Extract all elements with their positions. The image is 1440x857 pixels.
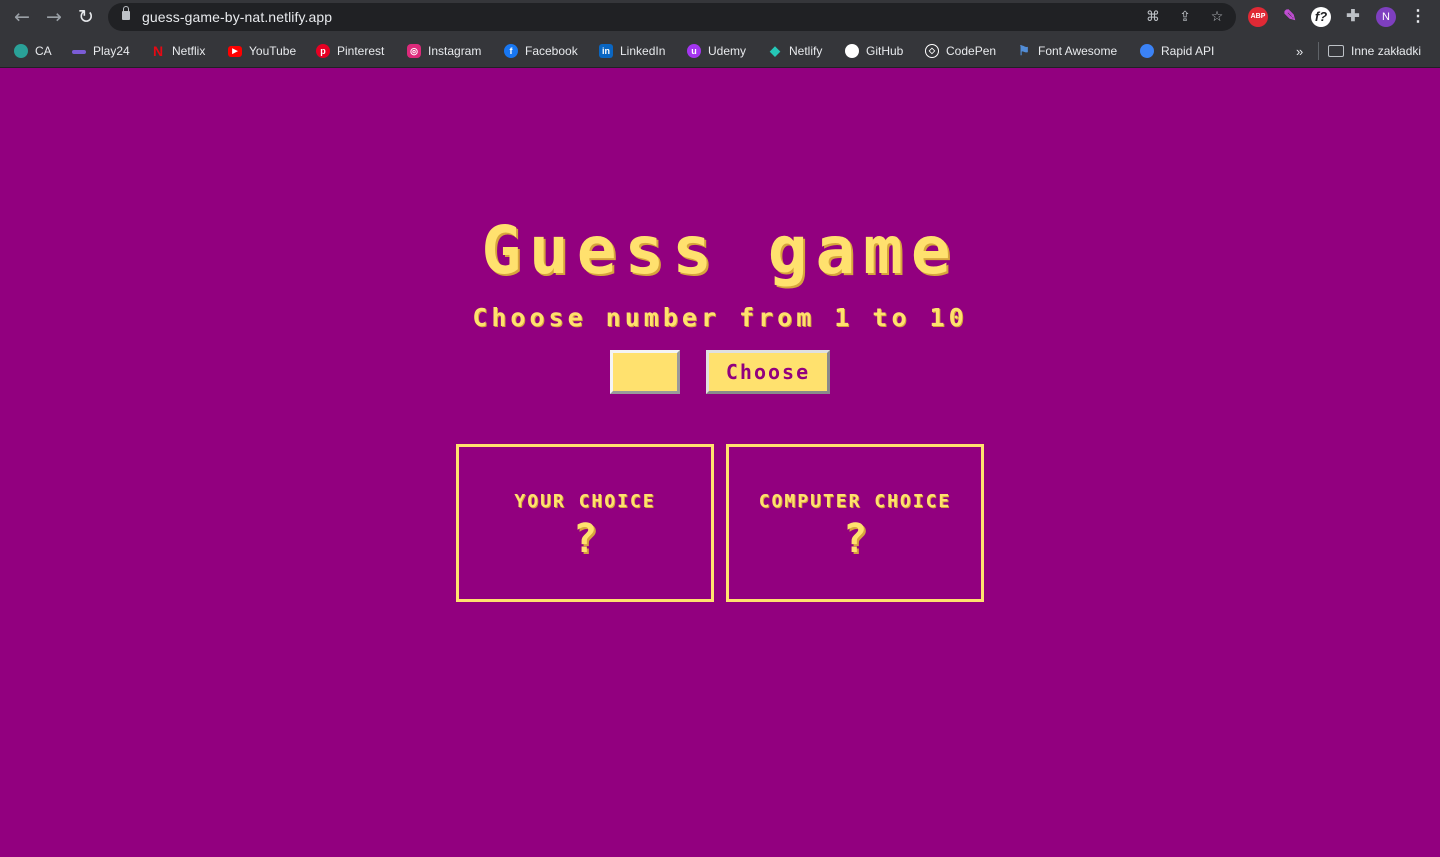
bookmarks-bar: CA Play24 N Netflix ▶ YouTube p Pinteres… [0,38,1440,64]
bookmark-rapid-api[interactable]: Rapid API [1140,42,1214,60]
bookmark-codepen[interactable]: ◇ CodePen [925,42,996,60]
your-choice-value: ? [572,516,598,562]
bookmark-ca[interactable]: CA [14,42,52,60]
extensions-puzzle-icon[interactable]: ✚ [1343,7,1363,27]
bookmark-label: Play24 [93,44,130,58]
browser-chrome: ← → ↻ guess-game-by-nat.netlify.app ⌘ ⇪ … [0,0,1440,68]
bookmark-star-icon[interactable]: ☆ [1208,8,1226,26]
bookmark-netflix[interactable]: N Netflix [151,42,205,60]
computer-choice-value: ? [842,516,868,562]
bookmark-label: Facebook [525,44,578,58]
other-bookmarks-folder[interactable]: Inne zakładki [1328,42,1421,60]
pen-extension-icon[interactable]: ✎ [1280,7,1300,27]
rapid-api-icon [1140,44,1154,58]
bookmark-label: Font Awesome [1038,44,1118,58]
share-icon[interactable]: ⇪ [1176,8,1194,26]
bookmark-linkedin[interactable]: in LinkedIn [599,42,665,60]
translate-icon[interactable]: ⌘ [1144,8,1162,26]
computer-choice-label: COMPUTER CHOICE [758,491,952,512]
your-choice-card: YOUR CHOICE ? [456,444,714,602]
reload-icon[interactable]: ↻ [74,5,98,29]
font-awesome-icon: ⚑ [1018,43,1030,58]
github-icon [845,44,859,58]
game-page: Guess game Choose number from 1 to 10 Ch… [0,68,1440,857]
adblock-extension-icon[interactable]: ABP [1248,7,1268,27]
bookmark-label: LinkedIn [620,44,666,58]
profile-avatar[interactable]: N [1376,7,1396,27]
netlify-icon: ◆ [770,43,780,58]
bookmark-youtube[interactable]: ▶ YouTube [228,42,296,60]
bookmark-play24[interactable]: Play24 [72,42,130,60]
ca-icon [14,44,28,58]
choose-button[interactable]: Choose [706,350,830,394]
bookmark-label: GitHub [866,44,904,58]
bookmark-label: YouTube [249,44,297,58]
number-input[interactable] [610,350,680,394]
linkedin-icon: in [599,44,613,58]
play24-icon [72,50,86,54]
font-extension-icon[interactable]: f? [1311,7,1331,27]
url-text[interactable]: guess-game-by-nat.netlify.app [142,9,332,25]
bookmark-label: CA [35,44,52,58]
facebook-icon: f [504,44,518,58]
forward-arrow-icon[interactable]: → [42,5,66,29]
back-arrow-icon[interactable]: ← [10,5,34,29]
bookmark-label: Udemy [708,44,747,58]
instagram-icon: ◎ [407,44,421,58]
computer-choice-card: COMPUTER CHOICE ? [726,444,984,602]
youtube-icon: ▶ [228,45,242,57]
lock-icon[interactable] [122,6,130,20]
bookmark-label: Instagram [428,44,482,58]
bookmark-udemy[interactable]: u Udemy [687,42,746,60]
bookmark-label: Rapid API [1161,44,1215,58]
game-subtitle: Choose number from 1 to 10 [472,303,968,332]
your-choice-label: YOUR CHOICE [514,491,656,512]
kebab-menu-icon[interactable]: ⋮ [1408,7,1428,27]
bookmark-facebook[interactable]: f Facebook [504,42,578,60]
pinterest-icon: p [316,44,330,58]
bookmark-pinterest[interactable]: p Pinterest [316,42,384,60]
address-bar[interactable]: guess-game-by-nat.netlify.app ⌘ ⇪ ☆ [108,3,1236,31]
bookmark-instagram[interactable]: ◎ Instagram [407,42,481,60]
bookmark-label: Netlify [789,44,823,58]
bookmark-netlify[interactable]: ◆ Netlify [768,42,822,60]
bookmark-github[interactable]: GitHub [845,42,903,60]
udemy-icon: u [687,44,701,58]
browser-toolbar: ← → ↻ guess-game-by-nat.netlify.app ⌘ ⇪ … [0,0,1440,34]
bookmarks-overflow-button[interactable]: » [1296,42,1303,60]
netflix-icon: N [152,43,164,59]
bookmarks-divider [1318,42,1319,60]
folder-icon [1328,45,1344,57]
bookmark-label: CodePen [946,44,997,58]
bookmark-label: Pinterest [337,44,385,58]
game-title: Guess game [481,212,959,289]
codepen-icon: ◇ [925,44,939,58]
bookmark-font-awesome[interactable]: ⚑ Font Awesome [1017,42,1117,60]
bookmark-label: Netflix [172,44,206,58]
other-bookmarks-label: Inne zakładki [1351,44,1422,58]
